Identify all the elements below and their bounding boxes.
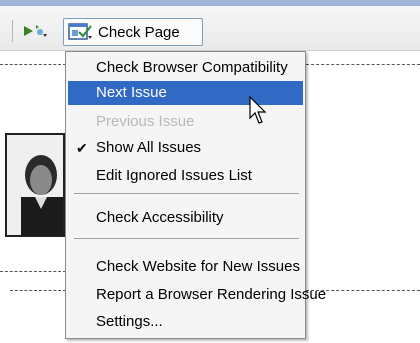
page-divider-top <box>0 64 66 65</box>
menu-item-edit-ignored-issues-list[interactable]: Edit Ignored Issues List <box>68 164 303 188</box>
menu-item-settings[interactable]: Settings... <box>68 310 303 334</box>
check-page-menu: Check Browser Compatibility Next Issue P… <box>65 51 326 339</box>
menu-item-check-website-for-new-issues[interactable]: Check Website for New Issues <box>68 255 303 279</box>
check-page-icon <box>68 23 92 40</box>
menu-separator <box>74 193 299 194</box>
check-page-label: Check Page <box>98 23 180 41</box>
menu-separator <box>74 238 299 239</box>
arrow-dropdown-icon <box>24 25 47 37</box>
checkmark-icon: ✔ <box>76 140 88 156</box>
page-divider-lower <box>10 290 66 291</box>
menu-item-show-all-issues[interactable]: ✔ Show All Issues <box>68 136 303 160</box>
arrow-dropdown-button[interactable] <box>22 22 50 42</box>
portrait-image <box>5 133 65 237</box>
mouse-cursor-icon <box>249 96 267 124</box>
page-divider-right-top <box>306 64 420 65</box>
menu-item-check-browser-compatibility[interactable]: Check Browser Compatibility <box>68 56 303 80</box>
toolbar-separator <box>12 20 13 42</box>
page-divider-middle <box>0 271 66 272</box>
menu-item-check-accessibility[interactable]: Check Accessibility <box>68 206 303 230</box>
toolbar: Check Page <box>0 6 420 51</box>
check-page-button[interactable]: Check Page <box>63 18 203 46</box>
menu-item-report-browser-rendering-issue[interactable]: Report a Browser Rendering Issue <box>68 283 326 307</box>
